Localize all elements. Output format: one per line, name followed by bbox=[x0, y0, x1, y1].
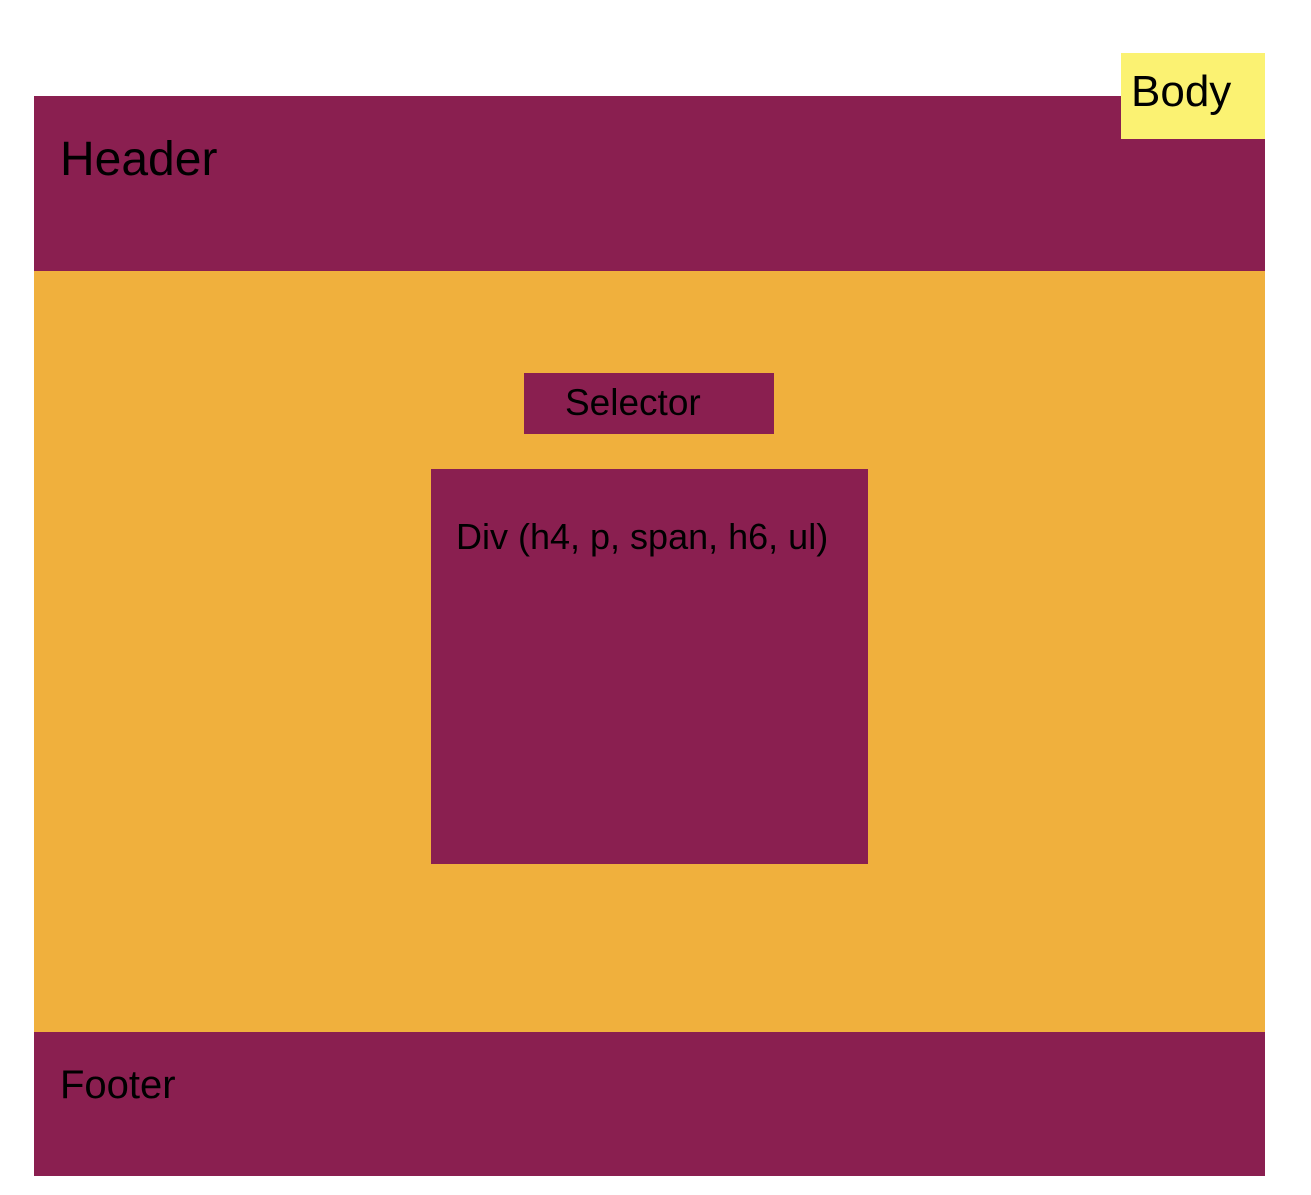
footer-label: Footer bbox=[60, 1063, 176, 1107]
div-box: Div (h4, p, span, h6, ul) bbox=[431, 469, 868, 864]
selector-box: Selector bbox=[524, 373, 774, 434]
main-region: Selector Div (h4, p, span, h6, ul) bbox=[34, 271, 1265, 1032]
header-region: Header bbox=[34, 96, 1265, 271]
body-tag: Body bbox=[1121, 53, 1265, 139]
header-label: Header bbox=[60, 133, 218, 186]
footer-region: Footer bbox=[34, 1032, 1265, 1176]
div-box-label: Div (h4, p, span, h6, ul) bbox=[456, 516, 829, 557]
body-tag-label: Body bbox=[1131, 67, 1232, 116]
selector-label: Selector bbox=[565, 382, 701, 423]
